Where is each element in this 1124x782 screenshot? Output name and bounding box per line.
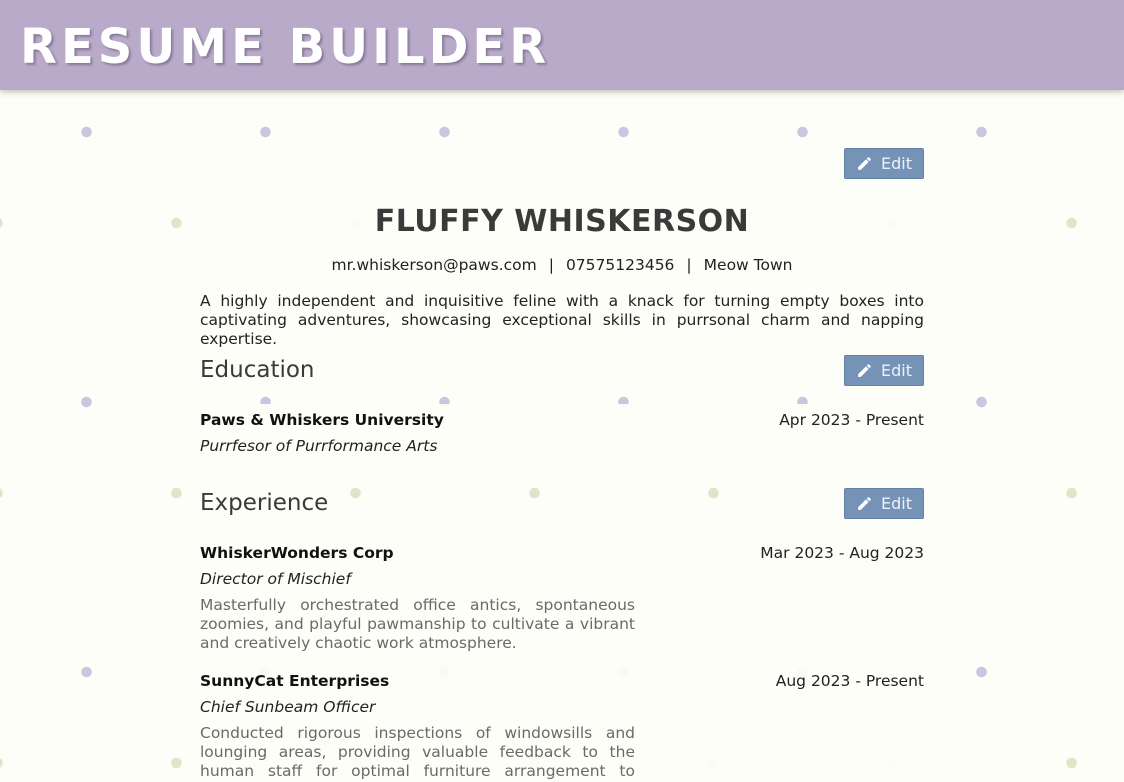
pencil-icon [858,157,871,170]
experience-date: Aug 2023 - Present [775,672,924,690]
edit-profile-button[interactable]: Edit [844,148,924,179]
experience-heading: Experience [200,490,329,516]
experience-role: Chief Sunbeam Officer [200,698,376,716]
experience-company: SunnyCat Enterprises [200,672,390,690]
candidate-name: FLUFFY WHISKERSON [374,204,750,239]
pencil-icon [858,497,871,510]
app-title: RESUME BUILDER [20,19,551,75]
email-text: mr.whiskerson@paws.com [331,256,537,274]
experience-description: Masterfully orchestrated office antics, … [200,596,635,652]
edit-experience-button[interactable]: Edit [844,488,924,519]
education-degree: Purrfesor of Purrformance Arts [200,437,438,455]
edit-label: Edit [881,361,912,380]
experience-description: Conducted rigorous inspections of window… [200,724,635,782]
contact-line: mr.whiskerson@paws.com | 07575123456 | Meow … [200,256,924,274]
pencil-icon [858,364,871,377]
education-heading: Education [200,357,315,383]
edit-label: Edit [881,494,912,513]
profile-summary: A highly independent and inquisitive fel… [200,292,924,348]
experience-role: Director of Mischief [200,570,351,588]
experience-date: Mar 2023 - Aug 2023 [760,544,924,562]
edit-education-button[interactable]: Edit [844,355,924,386]
experience-company: WhiskerWonders Corp [200,544,394,562]
education-institution: Paws & Whiskers University [200,411,444,429]
separator: | [686,256,692,274]
edit-label: Edit [881,154,912,173]
location-text: Meow Town [703,256,793,274]
separator: | [548,256,554,274]
app-header: RESUME BUILDER [0,0,1124,90]
phone-text: 07575123456 [565,256,675,274]
education-date: Apr 2023 - Present [779,411,924,429]
